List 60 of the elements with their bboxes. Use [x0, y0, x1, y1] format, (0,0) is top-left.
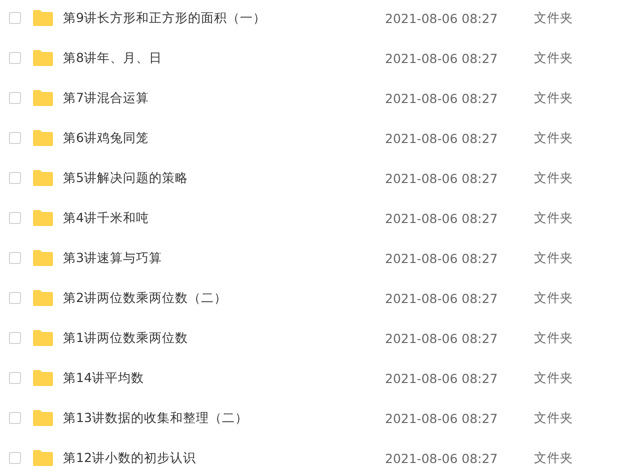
checkbox[interactable] [9, 52, 21, 64]
modified-date: 2021-08-06 08:27 [385, 450, 499, 466]
modified-date: 2021-08-06 08:27 [385, 410, 499, 426]
checkbox[interactable] [9, 12, 21, 24]
folder-icon [33, 130, 53, 146]
folder-icon [33, 10, 53, 26]
folder-icon [33, 330, 53, 346]
folder-name[interactable]: 第8讲年、月、日 [63, 50, 385, 66]
folder-icon [33, 170, 53, 186]
checkbox[interactable] [9, 412, 21, 424]
checkbox[interactable] [9, 92, 21, 104]
folder-name[interactable]: 第3讲速算与巧算 [63, 250, 385, 266]
modified-date: 2021-08-06 08:27 [385, 170, 499, 186]
folder-name[interactable]: 第12讲小数的初步认识 [63, 450, 385, 466]
file-type: 文件夹 [534, 10, 573, 26]
modified-date: 2021-08-06 08:27 [385, 250, 499, 266]
file-type: 文件夹 [534, 330, 573, 346]
file-type: 文件夹 [534, 50, 573, 66]
checkbox[interactable] [9, 372, 21, 384]
folder-icon [33, 410, 53, 426]
folder-icon [33, 50, 53, 66]
checkbox[interactable] [9, 252, 21, 264]
folder-name[interactable]: 第6讲鸡兔同笼 [63, 130, 385, 146]
folder-name[interactable]: 第2讲两位数乘两位数（二） [63, 290, 385, 306]
checkbox[interactable] [9, 212, 21, 224]
checkbox[interactable] [9, 132, 21, 144]
modified-date: 2021-08-06 08:27 [385, 50, 499, 66]
file-type: 文件夹 [534, 450, 573, 466]
folder-icon [33, 210, 53, 226]
modified-date: 2021-08-06 08:27 [385, 210, 499, 226]
checkbox[interactable] [9, 172, 21, 184]
modified-date: 2021-08-06 08:27 [385, 10, 499, 26]
folder-name[interactable]: 第1讲两位数乘两位数 [63, 330, 385, 346]
folder-icon [33, 250, 53, 266]
checkbox[interactable] [9, 292, 21, 304]
file-type: 文件夹 [534, 170, 573, 186]
modified-date: 2021-08-06 08:27 [385, 290, 499, 306]
file-type: 文件夹 [534, 370, 573, 386]
modified-date: 2021-08-06 08:27 [385, 330, 499, 346]
modified-date: 2021-08-06 08:27 [385, 90, 499, 106]
folder-name[interactable]: 第5讲解决问题的策略 [63, 170, 385, 186]
file-type: 文件夹 [534, 290, 573, 306]
file-type: 文件夹 [534, 90, 573, 106]
file-type: 文件夹 [534, 250, 573, 266]
folder-icon [33, 90, 53, 106]
folder-icon [33, 290, 53, 306]
file-type: 文件夹 [534, 130, 573, 146]
folder-name[interactable]: 第7讲混合运算 [63, 90, 385, 106]
folder-name[interactable]: 第14讲平均数 [63, 370, 385, 386]
folder-name[interactable]: 第13讲数据的收集和整理（二） [63, 410, 385, 426]
checkbox[interactable] [9, 452, 21, 464]
folder-name[interactable]: 第9讲长方形和正方形的面积（一） [63, 10, 385, 26]
folder-name[interactable]: 第4讲千米和吨 [63, 210, 385, 226]
folder-icon [33, 370, 53, 386]
folder-icon [33, 450, 53, 466]
file-type: 文件夹 [534, 210, 573, 226]
modified-date: 2021-08-06 08:27 [385, 370, 499, 386]
modified-date: 2021-08-06 08:27 [385, 130, 499, 146]
checkbox[interactable] [9, 332, 21, 344]
file-type: 文件夹 [534, 410, 573, 426]
